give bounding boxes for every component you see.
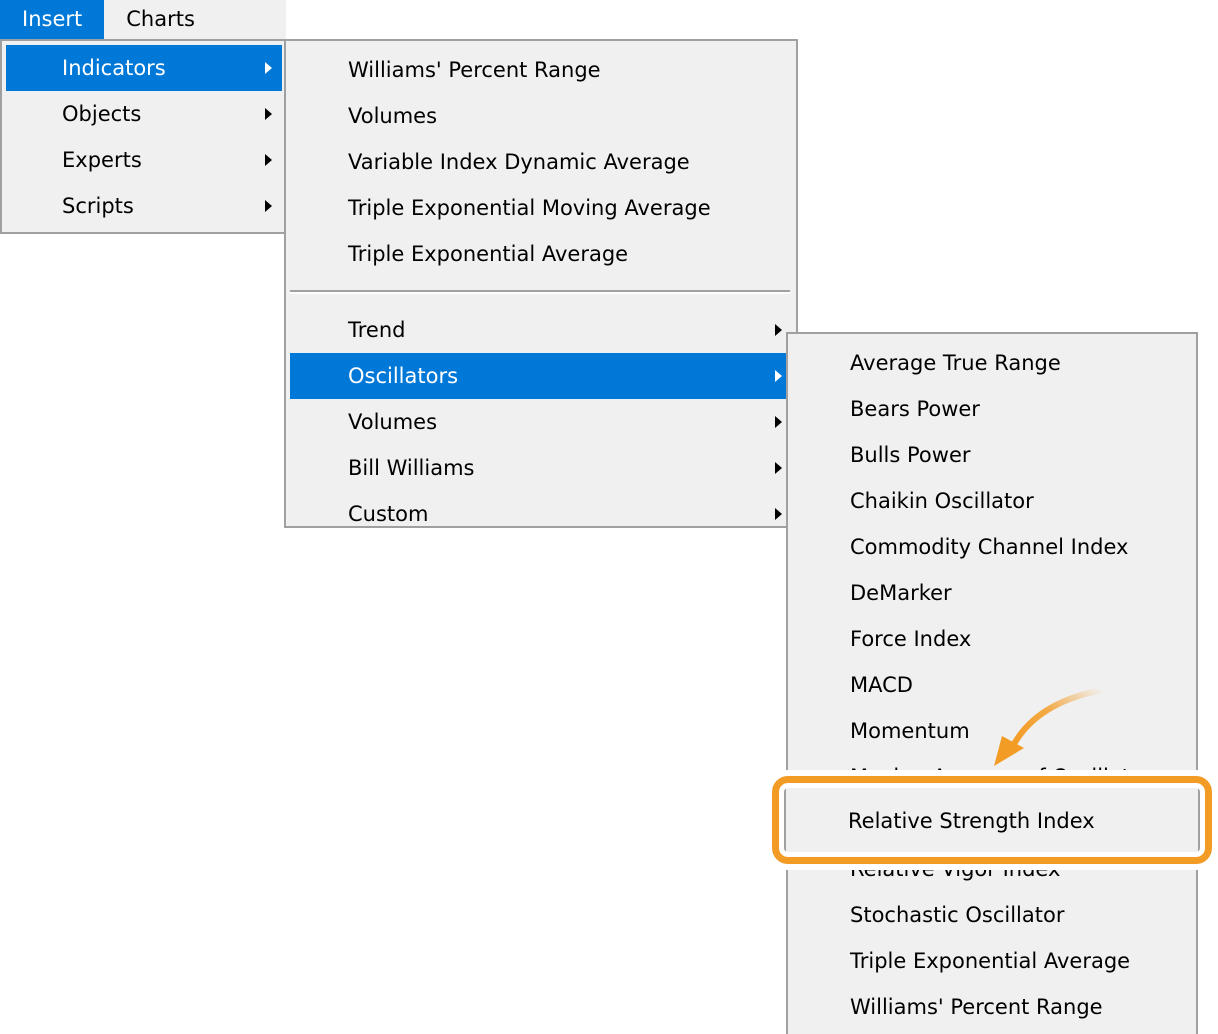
submenu-arrow-icon xyxy=(265,154,272,166)
oscillators-menu: Average True Range Bears Power Bulls Pow… xyxy=(786,332,1198,1034)
menu-item-indicators[interactable]: Indicators xyxy=(6,45,282,91)
highlighted-item-rsi[interactable]: Relative Strength Index xyxy=(784,786,1200,854)
submenu-arrow-icon xyxy=(775,370,782,382)
oscillator-item[interactable]: DeMarker xyxy=(790,570,1194,616)
oscillator-item[interactable]: Chaikin Oscillator xyxy=(790,478,1194,524)
highlighted-item-label: Relative Strength Index xyxy=(848,809,1095,833)
submenu-arrow-icon xyxy=(775,508,782,520)
menu-item-custom[interactable]: Custom xyxy=(290,491,792,537)
menu-item-volumes[interactable]: Volumes xyxy=(290,399,792,445)
oscillator-item[interactable]: Triple Exponential Average xyxy=(790,938,1194,984)
menu-item-label: Trend xyxy=(348,318,406,342)
submenu-arrow-icon xyxy=(265,200,272,212)
oscillator-item[interactable]: Average True Range xyxy=(790,340,1194,386)
submenu-arrow-icon xyxy=(775,462,782,474)
annotation-gap xyxy=(770,862,1218,870)
menu-item-label: Oscillators xyxy=(348,364,459,388)
menu-item-label: Bears Power xyxy=(850,397,980,421)
menu-item-label: Objects xyxy=(62,102,142,126)
insert-menu: Indicators Objects Experts Scripts xyxy=(0,39,288,234)
recent-indicator-item[interactable]: Williams' Percent Range xyxy=(290,47,792,93)
menu-item-label: DeMarker xyxy=(850,581,952,605)
menu-item-label: Bulls Power xyxy=(850,443,971,467)
menu-item-label: Volumes xyxy=(348,410,438,434)
menu-item-label: Triple Exponential Moving Average xyxy=(348,196,711,220)
menu-separator xyxy=(290,290,790,294)
oscillator-item[interactable]: Commodity Channel Index xyxy=(790,524,1194,570)
oscillator-item[interactable]: Stochastic Oscillator xyxy=(790,892,1194,938)
menu-item-label: Volumes xyxy=(348,104,438,128)
oscillator-item[interactable]: Bulls Power xyxy=(790,432,1194,478)
menu-item-scripts[interactable]: Scripts xyxy=(6,183,282,229)
submenu-arrow-icon xyxy=(265,62,272,74)
menu-item-label: Scripts xyxy=(62,194,134,218)
menu-item-trend[interactable]: Trend xyxy=(290,307,792,353)
menu-item-label: Stochastic Oscillator xyxy=(850,903,1065,927)
indicators-menu: Williams' Percent Range Volumes Variable… xyxy=(284,39,798,528)
menu-item-label: Chaikin Oscillator xyxy=(850,489,1034,513)
recent-indicator-item[interactable]: Volumes xyxy=(290,93,792,139)
menu-item-bill-williams[interactable]: Bill Williams xyxy=(290,445,792,491)
menu-insert[interactable]: Insert xyxy=(0,0,105,39)
oscillator-item[interactable]: Bears Power xyxy=(790,386,1194,432)
annotation-arrow-icon xyxy=(994,687,1105,766)
recent-indicator-item[interactable]: Variable Index Dynamic Average xyxy=(290,139,792,185)
menu-item-label: Average True Range xyxy=(850,351,1061,375)
menu-item-label: Experts xyxy=(62,148,142,172)
submenu-arrow-icon xyxy=(775,324,782,336)
menu-item-label: Triple Exponential Average xyxy=(348,242,629,266)
menu-item-label: MACD xyxy=(850,673,913,697)
recent-indicator-item[interactable]: Triple Exponential Average xyxy=(290,231,792,277)
menu-bar: Insert Charts xyxy=(0,0,286,39)
menu-item-objects[interactable]: Objects xyxy=(6,91,282,137)
menu-item-label: Momentum xyxy=(850,719,970,743)
menu-item-label: Williams' Percent Range xyxy=(850,995,1103,1019)
menu-item-experts[interactable]: Experts xyxy=(6,137,282,183)
menu-item-label: Commodity Channel Index xyxy=(850,535,1129,559)
submenu-arrow-icon xyxy=(775,416,782,428)
oscillator-item[interactable]: Force Index xyxy=(790,616,1194,662)
menu-item-label: Williams' Percent Range xyxy=(348,58,601,82)
submenu-arrow-icon xyxy=(265,108,272,120)
menu-item-label: Custom xyxy=(348,502,429,526)
menu-item-oscillators[interactable]: Oscillators xyxy=(290,353,792,399)
menu-item-label: Triple Exponential Average xyxy=(850,949,1131,973)
menu-item-label: Variable Index Dynamic Average xyxy=(348,150,690,174)
menu-item-label: Force Index xyxy=(850,627,972,651)
menu-item-label: Indicators xyxy=(62,56,166,80)
menu-charts[interactable]: Charts xyxy=(104,0,217,39)
menu-item-label: Bill Williams xyxy=(348,456,475,480)
oscillator-item[interactable]: Williams' Percent Range xyxy=(790,984,1194,1030)
recent-indicator-item[interactable]: Triple Exponential Moving Average xyxy=(290,185,792,231)
